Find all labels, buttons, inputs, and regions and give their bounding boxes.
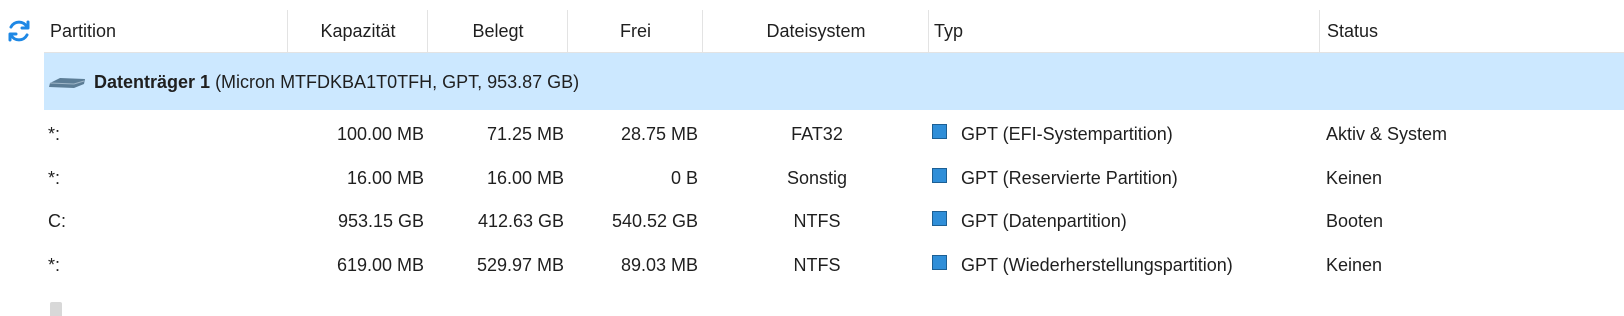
column-header-status[interactable]: Status <box>1327 8 1378 52</box>
used-cell: 16.00 MB <box>486 168 564 188</box>
column-header-capacity[interactable]: Kapazität <box>288 8 428 52</box>
table-header: Partition Kapazität Belegt Frei Dateisys… <box>44 8 1624 53</box>
type-cell: GPT (Datenpartition) <box>932 199 1127 243</box>
partition-cell: *: <box>48 168 61 188</box>
used-cell: 71.25 MB <box>486 124 564 144</box>
capacity-cell: 16.00 MB <box>346 168 424 188</box>
type-cell: GPT (Wiederherstellungspartition) <box>932 243 1233 287</box>
table-row[interactable]: *: 16.00 MB 16.00 MB 0 B Sonstig GPT (Re… <box>44 156 1624 200</box>
partition-cell: C: <box>48 211 66 231</box>
refresh-icon[interactable] <box>6 18 32 44</box>
disk-row[interactable]: Datenträger 1 (Micron MTFDKBA1T0TFH, GPT… <box>44 53 1624 110</box>
free-cell: 89.03 MB <box>620 255 698 275</box>
type-label: GPT (Reservierte Partition) <box>961 168 1178 188</box>
column-header-filesystem[interactable]: Dateisystem <box>703 8 929 52</box>
filesystem-cell: NTFS <box>793 255 841 275</box>
column-header-free[interactable]: Frei <box>568 8 703 52</box>
table-row[interactable]: *: 619.00 MB 529.97 MB 89.03 MB NTFS GPT… <box>44 243 1624 287</box>
status-cell: Keinen <box>1326 255 1383 275</box>
capacity-cell: 953.15 GB <box>337 211 424 231</box>
type-label: GPT (Datenpartition) <box>961 211 1127 231</box>
partition-cell: *: <box>48 255 61 275</box>
free-cell: 28.75 MB <box>620 124 698 144</box>
capacity-cell: 619.00 MB <box>336 255 424 275</box>
table-row[interactable]: *: 100.00 MB 71.25 MB 28.75 MB FAT32 GPT… <box>44 112 1624 156</box>
partition-color-icon <box>932 255 947 270</box>
capacity-cell: 100.00 MB <box>336 124 424 144</box>
column-header-partition[interactable]: Partition <box>50 8 116 52</box>
partition-color-icon <box>932 124 947 139</box>
column-header-used[interactable]: Belegt <box>428 8 568 52</box>
type-label: GPT (EFI-Systempartition) <box>961 124 1173 144</box>
status-cell: Aktiv & System <box>1326 124 1448 144</box>
column-divider[interactable] <box>1319 10 1320 52</box>
filesystem-cell: NTFS <box>793 211 841 231</box>
disk-name: Datenträger 1 <box>94 72 211 92</box>
status-cell: Booten <box>1326 211 1384 231</box>
free-cell: 540.52 GB <box>611 211 698 231</box>
status-cell: Keinen <box>1326 168 1383 188</box>
disk-details: (Micron MTFDKBA1T0TFH, GPT, 953.87 GB) <box>215 72 580 92</box>
partition-color-icon <box>932 211 947 226</box>
column-header-type[interactable]: Typ <box>934 8 963 52</box>
filesystem-cell: FAT32 <box>791 124 843 144</box>
free-cell: 0 B <box>670 168 698 188</box>
type-label: GPT (Wiederherstellungspartition) <box>961 255 1233 275</box>
partition-cell: *: <box>48 124 61 144</box>
partition-color-icon <box>932 168 947 183</box>
used-cell: 412.63 GB <box>477 211 564 231</box>
used-cell: 529.97 MB <box>476 255 564 275</box>
table-row[interactable]: C: 953.15 GB 412.63 GB 540.52 GB NTFS GP… <box>44 199 1624 243</box>
filesystem-cell: Sonstig <box>786 168 848 188</box>
next-disk-icon <box>50 302 62 316</box>
disk-label: Datenträger 1 (Micron MTFDKBA1T0TFH, GPT… <box>94 53 579 111</box>
type-cell: GPT (Reservierte Partition) <box>932 156 1178 200</box>
disk-icon <box>49 78 85 88</box>
partition-table-view: Partition Kapazität Belegt Frei Dateisys… <box>0 0 1624 316</box>
column-divider[interactable] <box>928 10 929 52</box>
type-cell: GPT (EFI-Systempartition) <box>932 112 1173 156</box>
